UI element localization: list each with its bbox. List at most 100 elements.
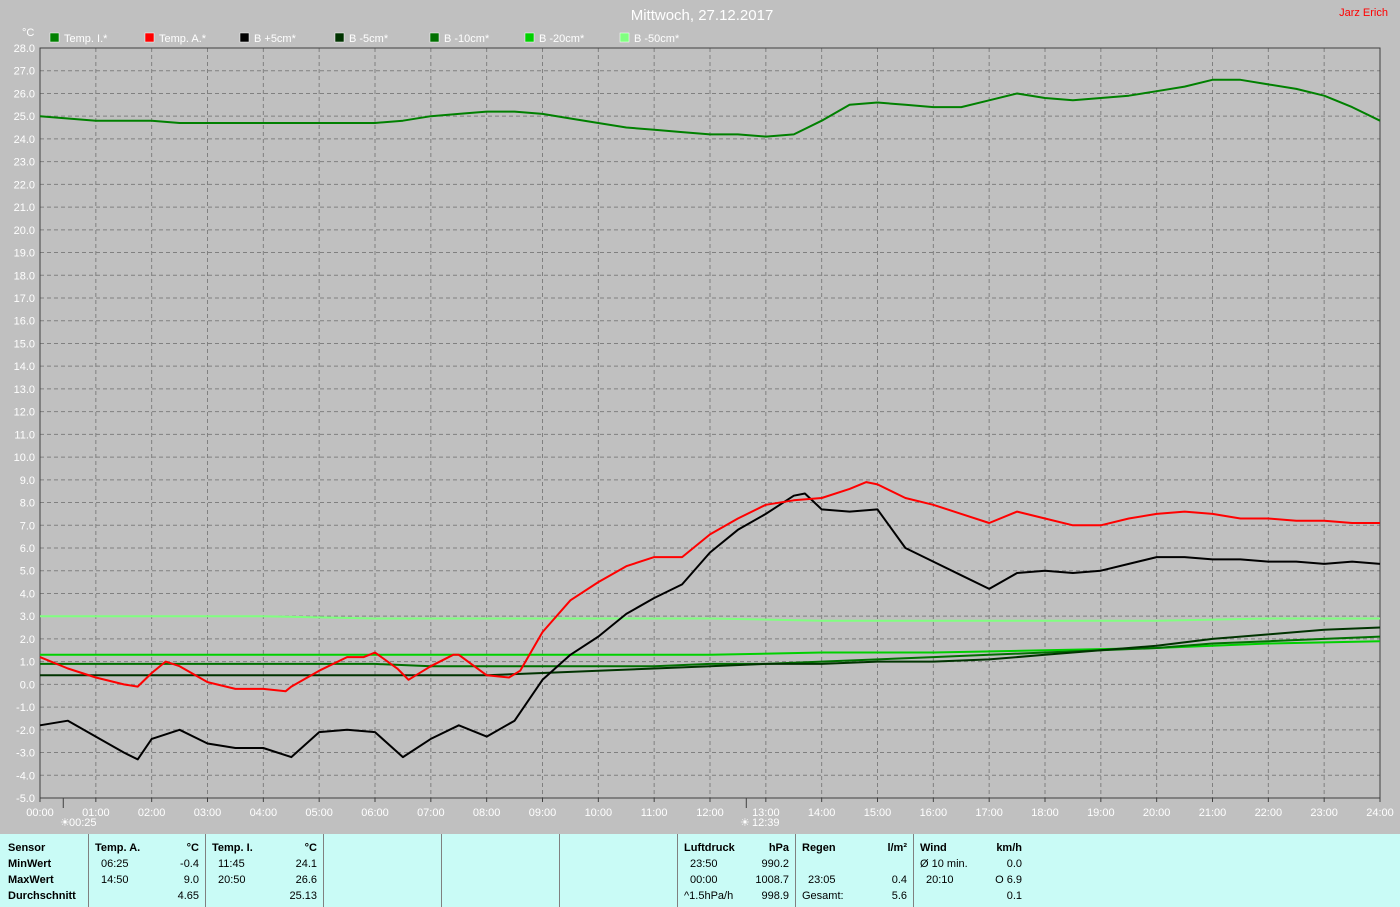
y-tick-label: 1.0 (20, 657, 35, 669)
y-tick-label: 11.0 (14, 429, 35, 441)
temp-a-min-value: -0.4 (180, 858, 199, 870)
legend-swatch (49, 32, 60, 43)
stats-col-temp-i: Temp. I. °C 11:45 24.1 20:50 26.6 25.13 (206, 834, 324, 907)
x-tick-label: 15:00 (864, 807, 892, 819)
wind-third-value: 0.1 (1006, 890, 1022, 902)
temp-i-max-value: 26.6 (295, 874, 317, 886)
chart-title: Mittwoch, 27.12.2017 (631, 7, 774, 24)
wind-header: Wind (920, 842, 947, 854)
y-tick-label: 5.0 (20, 566, 35, 578)
x-tick-label: 06:00 (361, 807, 389, 819)
y-tick-label: 19.0 (14, 248, 35, 260)
y-tick-label: 22.0 (14, 179, 35, 191)
y-tick-label: 15.0 (14, 338, 35, 350)
sunrise-time: 00:25 (69, 817, 97, 829)
y-tick-label: 27.0 (14, 66, 35, 78)
author-label: Jarz Erich (1339, 7, 1388, 19)
x-axis-ticks: 00:00 01:00 02:00 03:00 04:00 05:00 06:00 07:00… (26, 798, 1394, 819)
x-tick-label: 02:00 (138, 807, 166, 819)
temp-a-avg-value: 4.65 (177, 890, 199, 902)
x-tick-label: 24:00 (1366, 807, 1394, 819)
temp-a-min-time: 06:25 (101, 858, 129, 870)
y-axis-ticks: 28.0 27.0 26.0 25.0 24.0 23.0 22.0 21.0 20.0 19.0… (14, 43, 35, 805)
legend-swatch (144, 32, 155, 43)
legend-label: B -10cm* (444, 33, 490, 45)
legend-label: Temp. I.* (64, 33, 108, 45)
wind-avg-label: Ø 10 min. (920, 858, 968, 870)
y-tick-label: -5.0 (16, 793, 35, 805)
x-tick-label: 11:00 (641, 807, 668, 819)
temp-i-avg-value: 25.13 (289, 890, 317, 902)
legend-label: B -50cm* (634, 33, 680, 45)
stats-col-temp-a: Temp. A. °C 06:25 -0.4 14:50 9.0 4.65 (89, 834, 206, 907)
y-tick-label: 16.0 (14, 316, 35, 328)
x-tick-label: 21:00 (1199, 807, 1227, 819)
y-tick-label: 21.0 (14, 202, 35, 214)
legend-swatch (619, 32, 630, 43)
x-tick-label: 03:00 (194, 807, 222, 819)
maxwert-label: MaxWert (8, 874, 54, 886)
x-tick-label: 00:00 (26, 807, 54, 819)
x-tick-label: 09:00 (529, 807, 557, 819)
temp-i-min-value: 24.1 (295, 858, 317, 870)
wind-unit: km/h (996, 842, 1022, 854)
stats-panel: Sensor MinWert MaxWert Durchschnitt Temp… (0, 834, 1400, 907)
y-tick-label: 8.0 (20, 498, 35, 510)
temp-a-max-value: 9.0 (183, 874, 199, 886)
stats-col-luftdruck: Luftdruck hPa 23:50 990.2 00:00 1008.7 ^… (678, 834, 796, 907)
luftdruck-max-time: 00:00 (690, 874, 718, 886)
sensor-header: Sensor (8, 842, 46, 854)
luftdruck-min-time: 23:50 (690, 858, 718, 870)
legend-swatch (524, 32, 535, 43)
x-tick-label: 05:00 (305, 807, 333, 819)
stats-col-empty-2 (442, 834, 560, 907)
x-tick-label: 07:00 (417, 807, 445, 819)
y-tick-label: 10.0 (14, 452, 35, 464)
temp-a-header: Temp. A. (95, 842, 141, 854)
temp-i-min-time: 11:45 (218, 858, 245, 870)
x-tick-label: 23:00 (1310, 807, 1338, 819)
y-tick-label: 2.0 (20, 634, 35, 646)
y-axis-unit: °C (22, 27, 34, 39)
stats-col-empty-3 (560, 834, 678, 907)
sunset-icon: ☀ (740, 817, 750, 829)
x-tick-label: 08:00 (473, 807, 501, 819)
durchschnitt-label: Durchschnitt (8, 890, 76, 902)
legend-swatch (429, 32, 440, 43)
legend-swatch (239, 32, 250, 43)
x-tick-label: 14:00 (808, 807, 836, 819)
y-tick-label: 13.0 (14, 384, 35, 396)
x-tick-label: 20:00 (1143, 807, 1171, 819)
sunset-time: 12:39 (752, 817, 780, 829)
legend-label: B -5cm* (349, 33, 389, 45)
x-tick-label: 17:00 (975, 807, 1003, 819)
temp-a-unit: °C (186, 842, 199, 854)
temp-i-unit: °C (304, 842, 317, 854)
regen-time: 23:05 (808, 874, 836, 886)
y-tick-label: 25.0 (14, 111, 35, 123)
legend-label: B +5cm* (254, 33, 297, 45)
y-tick-label: 26.0 (14, 88, 35, 100)
x-tick-label: 10:00 (585, 807, 613, 819)
y-tick-label: 12.0 (14, 407, 35, 419)
regen-unit: l/m² (887, 842, 907, 854)
y-tick-label: 9.0 (20, 475, 35, 487)
minwert-label: MinWert (8, 858, 52, 870)
y-tick-label: -2.0 (16, 725, 35, 737)
x-tick-label: 18:00 (1031, 807, 1059, 819)
regen-value: 0.4 (891, 874, 907, 886)
regen-header: Regen (802, 842, 836, 854)
y-tick-label: 20.0 (14, 225, 35, 237)
chart: Mittwoch, 27.12.2017 Jarz Erich °C Temp.… (14, 7, 1394, 829)
stats-col-wind: Wind km/h Ø 10 min. 0.0 20:10 O 6.9 0.1 (914, 834, 1032, 907)
y-tick-label: -1.0 (16, 702, 35, 714)
regen-total-value: 5.6 (891, 890, 907, 902)
luftdruck-unit: hPa (768, 842, 789, 854)
x-tick-label: 16:00 (920, 807, 948, 819)
y-tick-label: -3.0 (16, 748, 35, 760)
temp-a-max-time: 14:50 (101, 874, 129, 886)
y-tick-label: 7.0 (20, 520, 35, 532)
luftdruck-avg-value: 998.9 (761, 890, 789, 902)
x-tick-label: 04:00 (250, 807, 278, 819)
stats-col-regen: Regen l/m² 23:05 0.4 Gesamt: 5.6 (796, 834, 914, 907)
